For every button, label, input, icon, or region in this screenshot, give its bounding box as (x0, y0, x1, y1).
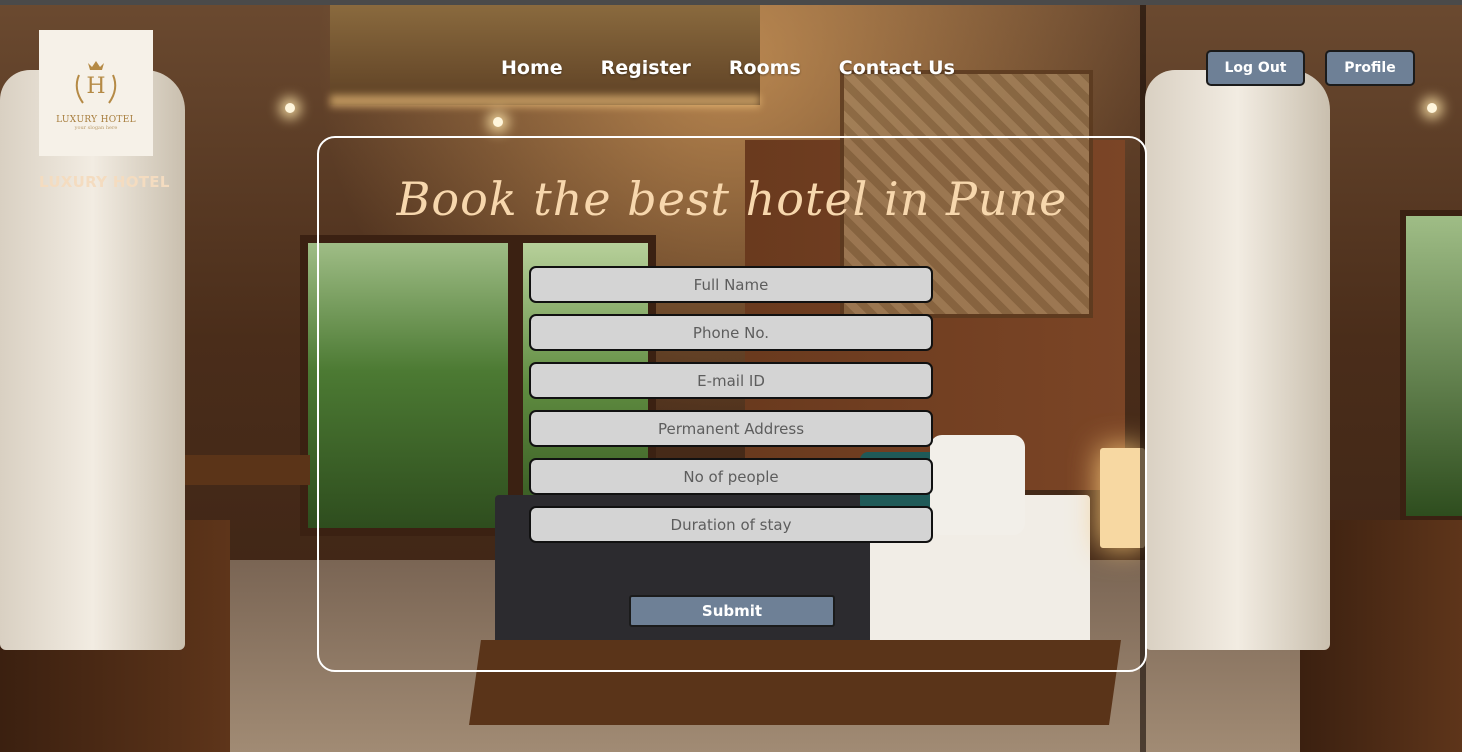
submit-button[interactable]: Submit (629, 595, 835, 627)
email-field-wrap (529, 362, 933, 399)
ceiling-light-strip (330, 95, 760, 107)
phone-input[interactable] (531, 315, 931, 350)
full-name-input[interactable] (531, 267, 931, 302)
brand-name: LUXURY HOTEL (39, 173, 170, 191)
desk (180, 455, 310, 485)
people-field-wrap (529, 458, 933, 495)
bathrobe (1145, 70, 1330, 650)
phone-field-wrap (529, 314, 933, 351)
nav-register[interactable]: Register (601, 57, 691, 79)
hotel-logo[interactable]: H LUXURY HOTEL your slogan here (39, 30, 153, 156)
logout-button[interactable]: Log Out (1206, 50, 1305, 86)
full-name-field-wrap (529, 266, 933, 303)
browser-edge (0, 0, 1462, 5)
bathrobe (0, 70, 185, 650)
wooden-ceiling (330, 5, 760, 105)
ceiling-spotlight (285, 103, 295, 113)
permanent-address-input[interactable] (531, 411, 931, 446)
svg-text:H: H (86, 74, 105, 99)
booking-fields (529, 266, 937, 554)
number-of-people-input[interactable] (531, 459, 931, 494)
main-nav: Home Register Rooms Contact Us (501, 57, 955, 79)
crown-crest-icon: H (67, 55, 125, 113)
logo-tagline: your slogan here (74, 125, 118, 131)
duration-of-stay-input[interactable] (531, 507, 931, 542)
form-title: Book the best hotel in Pune (396, 172, 1068, 226)
garden-window (1400, 210, 1462, 522)
profile-button[interactable]: Profile (1325, 50, 1415, 86)
ceiling-spotlight (493, 117, 503, 127)
nav-contact-us[interactable]: Contact Us (839, 57, 955, 79)
nav-home[interactable]: Home (501, 57, 563, 79)
email-input[interactable] (531, 363, 931, 398)
booking-form-card: Book the best hotel in Pune Submit (317, 136, 1147, 672)
duration-field-wrap (529, 506, 933, 543)
nav-rooms[interactable]: Rooms (729, 57, 801, 79)
logo-title: LUXURY HOTEL (56, 115, 136, 125)
ceiling-spotlight (1427, 103, 1437, 113)
address-field-wrap (529, 410, 933, 447)
